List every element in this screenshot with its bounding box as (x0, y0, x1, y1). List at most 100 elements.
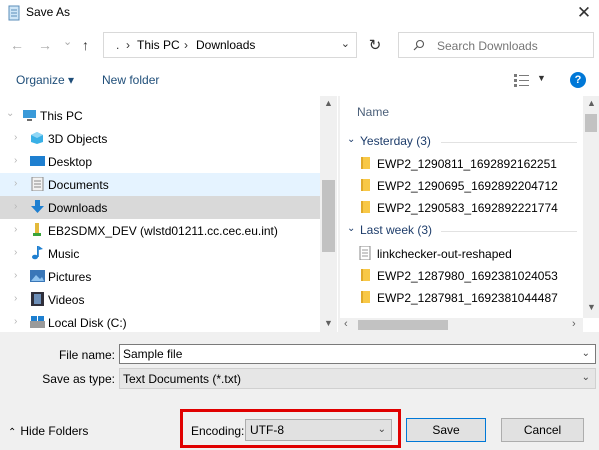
refresh-icon: ↻ (368, 37, 382, 54)
nav-item-network-drive[interactable]: › EB2SDMX_DEV (wlstd01211.cc.cec.eu.int) (0, 219, 320, 242)
file-name: EWP2_1287981_1692381044487 (377, 291, 558, 305)
chevron-down-icon: ⌄ (347, 134, 356, 145)
chevron-right-icon[interactable]: › (14, 224, 17, 235)
chevron-down-icon[interactable]: ⌄ (341, 37, 350, 50)
folder-icon (361, 179, 370, 191)
chevron-right-icon[interactable]: › (14, 316, 17, 327)
save-as-type-value: Text Documents (*.txt) (123, 372, 242, 386)
chevron-right-icon[interactable]: › (184, 38, 188, 52)
search-input[interactable]: Search Downloads (398, 32, 594, 58)
file-name: EWP2_1290695_1692892204712 (377, 179, 558, 193)
scroll-right-icon[interactable]: › (572, 318, 576, 330)
save-button[interactable]: Save (406, 418, 486, 442)
view-dropdown-icon[interactable]: ▼ (537, 73, 546, 83)
chevron-down-icon[interactable]: ⌄ (6, 108, 14, 119)
chevron-right-icon[interactable]: › (14, 155, 17, 166)
scroll-left-icon[interactable]: ‹ (344, 318, 348, 330)
music-icon (32, 246, 43, 260)
address-bar[interactable]: . › This PC › Downloads ⌄ (103, 32, 357, 58)
nav-item-videos[interactable]: › Videos (0, 288, 320, 311)
chevron-right-icon[interactable]: › (14, 132, 17, 143)
cancel-button[interactable]: Cancel (501, 418, 584, 442)
encoding-label: Encoding: (191, 424, 245, 438)
folder-icon (361, 157, 370, 169)
chevron-down-icon: ⌄ (581, 372, 590, 383)
nav-item-label: EB2SDMX_DEV (wlstd01211.cc.cec.eu.int) (48, 224, 278, 238)
save-as-type-select[interactable]: Text Documents (*.txt) ⌄ (119, 368, 596, 389)
chevron-right-icon[interactable]: › (126, 38, 130, 52)
scroll-down-icon[interactable]: ▼ (587, 302, 596, 312)
view-options-icon[interactable] (514, 73, 530, 87)
recent-locations-icon[interactable]: ⌄ (63, 35, 72, 48)
new-folder-button[interactable]: New folder (102, 73, 159, 87)
scrollbar-thumb[interactable] (322, 180, 335, 252)
chevron-down-icon[interactable]: ⌄ (582, 348, 590, 359)
file-name-label: File name: (58, 348, 115, 362)
list-item[interactable]: EWP2_1287981_1692381044487 (340, 286, 583, 308)
file-name: EWP2_1287980_1692381024053 (377, 269, 558, 283)
group-header-yesterday[interactable]: ⌄ Yesterday (3) (345, 133, 581, 151)
search-placeholder: Search Downloads (437, 39, 538, 53)
list-item[interactable]: EWP2_1290695_1692892204712 (340, 174, 583, 196)
nav-item-label: Pictures (48, 270, 92, 284)
scroll-up-icon[interactable]: ▲ (324, 98, 333, 108)
file-pane-vertical-scrollbar[interactable]: ▲ ▼ (583, 96, 599, 318)
list-item[interactable]: linkchecker-out-reshaped (340, 242, 583, 264)
file-pane-horizontal-scrollbar[interactable]: ‹ › (340, 318, 583, 332)
nav-item-label: Downloads (48, 201, 108, 215)
group-divider (441, 231, 577, 232)
scrollbar-thumb[interactable] (358, 320, 448, 330)
address-leading-dot: . (116, 38, 120, 52)
folder-icon (361, 291, 370, 303)
nav-item-desktop[interactable]: › Desktop (0, 150, 320, 173)
scroll-down-icon[interactable]: ▼ (324, 318, 333, 328)
encoding-select[interactable]: UTF-8 ⌄ (245, 419, 392, 441)
save-button-label: Save (432, 423, 460, 437)
nav-item-music[interactable]: › Music (0, 242, 320, 265)
column-header-name[interactable]: Name (357, 105, 389, 119)
list-item[interactable]: EWP2_1290583_1692892221774 (340, 196, 583, 218)
up-arrow-icon[interactable]: ↑ (82, 37, 89, 53)
scrollbar-thumb[interactable] (585, 114, 597, 132)
breadcrumb-downloads[interactable]: Downloads (196, 38, 255, 52)
close-icon: ✕ (576, 3, 592, 22)
nav-item-label: 3D Objects (48, 132, 108, 146)
organize-button[interactable]: Organize ▾ (16, 73, 74, 87)
list-item[interactable]: EWP2_1287980_1692381024053 (340, 264, 583, 286)
file-name: linkchecker-out-reshaped (377, 247, 512, 261)
chevron-right-icon[interactable]: › (14, 178, 17, 189)
scroll-up-icon[interactable]: ▲ (587, 98, 596, 108)
help-icon[interactable]: ? (570, 72, 586, 88)
chevron-right-icon[interactable]: › (14, 293, 17, 304)
file-list-pane: Name ⌄ Yesterday (3) EWP2_1290811_169289… (340, 96, 583, 318)
close-button[interactable]: ✕ (569, 0, 599, 26)
forward-arrow-icon[interactable]: → (38, 37, 52, 53)
nav-item-documents[interactable]: › Documents (0, 173, 320, 196)
nav-item-label: Documents (48, 178, 109, 192)
refresh-button[interactable]: ↻ (360, 32, 390, 58)
pictures-icon (30, 270, 45, 282)
file-name-field[interactable]: ⌄ (119, 344, 596, 364)
nav-pane-scrollbar[interactable]: ▲ ▼ (320, 96, 337, 332)
nav-item-3d-objects[interactable]: › 3D Objects (0, 127, 320, 150)
back-arrow-icon[interactable]: ← (10, 37, 24, 53)
chevron-down-icon: ⌄ (377, 424, 386, 435)
file-name: EWP2_1290583_1692892221774 (377, 201, 558, 215)
chevron-right-icon[interactable]: › (14, 270, 17, 281)
navigation-pane: ⌄ This PC › 3D Objects › Desktop › Docum… (0, 96, 338, 332)
hide-folders-label: Hide Folders (20, 424, 89, 438)
text-file-icon (359, 246, 371, 260)
nav-item-pictures[interactable]: › Pictures (0, 265, 320, 288)
breadcrumb-this-pc[interactable]: This PC (137, 38, 180, 52)
pc-icon (23, 110, 36, 121)
hide-folders-button[interactable]: ⌃ Hide Folders (8, 424, 88, 438)
save-as-type-label: Save as type: (42, 372, 115, 386)
group-header-last-week[interactable]: ⌄ Last week (3) (345, 222, 581, 240)
file-name-input[interactable] (123, 347, 563, 361)
chevron-right-icon[interactable]: › (14, 201, 17, 212)
nav-item-downloads[interactable]: › Downloads (0, 196, 320, 219)
list-item[interactable]: EWP2_1290811_1692892162251 (340, 152, 583, 174)
nav-item-local-disk[interactable]: › Local Disk (C:) (0, 311, 320, 332)
chevron-right-icon[interactable]: › (14, 247, 17, 258)
nav-item-this-pc[interactable]: ⌄ This PC (0, 104, 320, 127)
